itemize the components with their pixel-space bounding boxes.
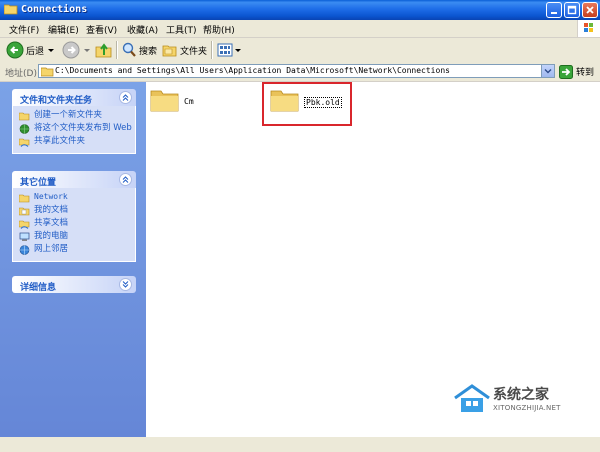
folder-item-cm[interactable]: Cm bbox=[150, 87, 260, 127]
address-bar: 地址(D) C:\Documents and Settings\All User… bbox=[0, 62, 600, 82]
expand-chevron-icon[interactable] bbox=[119, 278, 132, 291]
up-folder-button[interactable] bbox=[95, 40, 113, 60]
panel-title: 其它位置 bbox=[20, 178, 57, 188]
place-my-computer[interactable]: 我的电脑 bbox=[19, 231, 135, 242]
file-tasks-header[interactable]: 文件和文件夹任务 bbox=[12, 89, 136, 106]
chevron-down-icon[interactable] bbox=[234, 46, 242, 54]
windows-logo bbox=[577, 20, 600, 37]
task-new-folder[interactable]: 创建一个新文件夹 bbox=[19, 110, 135, 121]
status-bar bbox=[0, 437, 600, 452]
share-folder-icon bbox=[19, 138, 30, 147]
go-label: 转到 bbox=[576, 68, 595, 78]
task-share-folder[interactable]: 共享此文件夹 bbox=[19, 136, 135, 147]
windows-flag-icon bbox=[584, 23, 593, 32]
my-documents-icon bbox=[19, 207, 30, 216]
address-label: 地址(D) bbox=[5, 69, 37, 79]
highlight-box bbox=[262, 82, 352, 126]
standard-toolbar: 后退 搜索 文件夹 bbox=[0, 38, 600, 63]
task-label: 共享此文件夹 bbox=[34, 136, 86, 146]
go-button[interactable]: 转到 bbox=[559, 64, 594, 79]
search-button[interactable]: 搜索 bbox=[121, 40, 157, 60]
network-places-icon bbox=[19, 245, 30, 255]
other-places-header[interactable]: 其它位置 bbox=[12, 171, 136, 188]
menu-edit[interactable]: 编辑(E) bbox=[48, 23, 79, 36]
watermark-logo: 系统之家 XITONGZHIJIA.NET bbox=[453, 384, 593, 414]
address-input[interactable]: C:\Documents and Settings\All Users\Appl… bbox=[38, 64, 555, 78]
menu-help[interactable]: 帮助(H) bbox=[203, 23, 235, 36]
folders-button[interactable]: 文件夹 bbox=[162, 40, 207, 60]
panel-title: 文件和文件夹任务 bbox=[20, 96, 93, 106]
folder-icon bbox=[150, 90, 179, 112]
folder-icon bbox=[19, 194, 30, 203]
search-label: 搜索 bbox=[139, 46, 158, 57]
place-label: Network bbox=[34, 192, 68, 201]
other-places-panel: 其它位置 Network 我的文档 共享文档 我的电脑 网上邻居 bbox=[12, 171, 136, 262]
task-pane: 文件和文件夹任务 创建一个新文件夹 将这个文件夹发布到 Web 共享此文件夹 其… bbox=[0, 82, 146, 452]
close-icon bbox=[586, 6, 594, 14]
house-logo-icon bbox=[454, 384, 490, 412]
menu-bar: 文件(F) 编辑(E) 查看(V) 收藏(A) 工具(T) 帮助(H) bbox=[0, 20, 600, 38]
views-button[interactable] bbox=[217, 40, 242, 60]
watermark-brand: 系统之家 bbox=[493, 387, 549, 403]
chevron-down-icon[interactable] bbox=[47, 46, 55, 54]
task-publish-web[interactable]: 将这个文件夹发布到 Web bbox=[19, 123, 135, 134]
task-label: 将这个文件夹发布到 Web bbox=[34, 123, 132, 133]
folder-name: Cm bbox=[184, 97, 194, 106]
minimize-button[interactable] bbox=[546, 2, 562, 18]
title-bar[interactable]: Connections bbox=[0, 0, 600, 20]
menu-tools[interactable]: 工具(T) bbox=[166, 23, 197, 36]
globe-icon bbox=[19, 124, 30, 134]
new-folder-icon bbox=[19, 112, 30, 121]
toolbar-separator bbox=[116, 41, 118, 59]
address-dropdown-button[interactable] bbox=[541, 65, 554, 77]
other-places-body: Network 我的文档 共享文档 我的电脑 网上邻居 bbox=[12, 188, 136, 262]
chevron-down-icon bbox=[544, 69, 552, 74]
details-header[interactable]: 详细信息 bbox=[12, 276, 136, 293]
address-path: C:\Documents and Settings\All Users\Appl… bbox=[55, 66, 450, 75]
file-tasks-body: 创建一个新文件夹 将这个文件夹发布到 Web 共享此文件夹 bbox=[12, 106, 136, 154]
place-network[interactable]: Network bbox=[19, 192, 135, 203]
views-icon bbox=[217, 43, 233, 57]
folder-icon bbox=[41, 67, 54, 77]
shared-folder-icon bbox=[19, 220, 30, 229]
details-panel: 详细信息 bbox=[12, 276, 136, 293]
collapse-chevron-icon[interactable] bbox=[119, 173, 132, 186]
menu-view[interactable]: 查看(V) bbox=[86, 23, 117, 36]
chevron-down-icon[interactable] bbox=[83, 46, 91, 54]
panel-title: 详细信息 bbox=[20, 283, 57, 293]
forward-button[interactable] bbox=[62, 40, 91, 60]
go-arrow-icon bbox=[559, 64, 573, 79]
back-label: 后退 bbox=[26, 46, 45, 57]
search-icon bbox=[122, 42, 136, 57]
file-tasks-panel: 文件和文件夹任务 创建一个新文件夹 将这个文件夹发布到 Web 共享此文件夹 bbox=[12, 89, 136, 154]
place-label: 共享文档 bbox=[34, 218, 69, 228]
place-my-documents[interactable]: 我的文档 bbox=[19, 205, 135, 216]
collapse-chevron-icon[interactable] bbox=[119, 91, 132, 104]
place-label: 我的电脑 bbox=[34, 231, 69, 241]
task-label: 创建一个新文件夹 bbox=[34, 110, 103, 120]
minimize-icon bbox=[551, 12, 557, 14]
menu-file[interactable]: 文件(F) bbox=[9, 23, 39, 36]
folders-icon bbox=[162, 45, 177, 57]
forward-arrow-icon bbox=[62, 41, 80, 59]
up-folder-icon bbox=[95, 43, 112, 58]
maximize-icon bbox=[567, 5, 577, 15]
place-shared-documents[interactable]: 共享文档 bbox=[19, 218, 135, 229]
folders-label: 文件夹 bbox=[180, 46, 208, 57]
toolbar-separator bbox=[211, 41, 213, 59]
watermark-url: XITONGZHIJIA.NET bbox=[493, 404, 561, 412]
back-arrow-icon bbox=[6, 41, 24, 59]
window-title: Connections bbox=[21, 4, 88, 15]
place-label: 我的文档 bbox=[34, 205, 69, 215]
close-button[interactable] bbox=[582, 2, 598, 18]
place-label: 网上邻居 bbox=[34, 244, 69, 254]
menu-favorites[interactable]: 收藏(A) bbox=[127, 23, 158, 36]
maximize-button[interactable] bbox=[564, 2, 580, 18]
place-network-neighborhood[interactable]: 网上邻居 bbox=[19, 244, 135, 255]
back-button[interactable]: 后退 bbox=[6, 40, 55, 60]
folder-icon bbox=[4, 4, 18, 15]
computer-icon bbox=[19, 232, 30, 241]
